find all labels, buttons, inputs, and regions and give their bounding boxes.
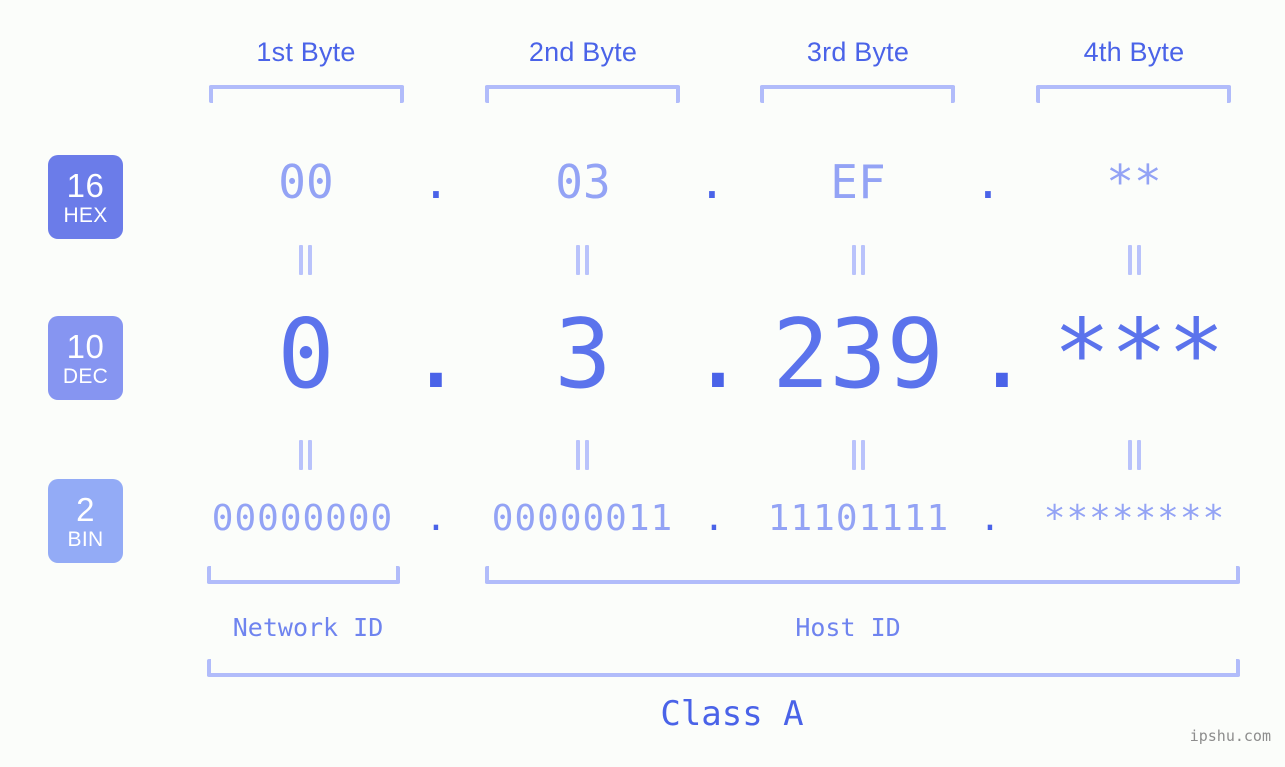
hex-separator-1: .	[422, 155, 450, 209]
dec-separator-1: .	[407, 300, 465, 410]
radix-badge-bin: 2 BIN	[48, 479, 123, 563]
hex-byte-value-3: EF	[830, 155, 886, 209]
host-id-label: Host ID	[795, 613, 901, 642]
equals-connector-dec-bin-4	[1124, 440, 1144, 470]
dec-byte-value-4: ***	[1053, 300, 1225, 410]
byte-header-label-2: 2nd Byte	[528, 37, 638, 67]
equals-connector-dec-bin-1	[295, 440, 315, 470]
watermark: ipshu.com	[1189, 727, 1271, 745]
hex-separator-3: .	[974, 155, 1002, 209]
equals-connector-hex-dec-4	[1124, 245, 1144, 275]
radix-badge-dec: 10 DEC	[48, 316, 123, 400]
host-id-bracket	[485, 566, 1240, 584]
hex-byte-value-1: 00	[278, 155, 334, 209]
bin-separator-1: .	[425, 498, 447, 539]
class-bracket	[207, 659, 1240, 677]
byte-bracket-3	[760, 85, 955, 103]
bin-byte-value-4: ********	[1043, 498, 1226, 539]
bin-byte-value-1: 00000000	[211, 498, 394, 539]
dec-byte-value-1: 0	[277, 300, 335, 410]
bin-separator-3: .	[979, 498, 1001, 539]
byte-bracket-1	[209, 85, 404, 103]
bin-separator-2: .	[703, 498, 725, 539]
equals-connector-hex-dec-3	[848, 245, 868, 275]
byte-header-label-1: 1st Byte	[256, 37, 356, 67]
bin-byte-value-3: 11101111	[767, 498, 950, 539]
radix-badge-hex: 16 HEX	[48, 155, 123, 239]
byte-header-label-3: 3rd Byte	[806, 37, 910, 67]
ip-breakdown-diagram: 1st Byte 2nd Byte 3rd Byte 4th Byte 16 H…	[0, 0, 1285, 767]
class-label: Class A	[660, 694, 804, 734]
dec-byte-value-3: 239	[772, 300, 944, 410]
byte-bracket-2	[485, 85, 680, 103]
hex-byte-value-2: 03	[555, 155, 611, 209]
hex-byte-value-4: **	[1106, 155, 1162, 209]
radix-badge-hex-number: 16	[66, 166, 105, 204]
equals-connector-dec-bin-2	[572, 440, 592, 470]
radix-badge-dec-number: 10	[66, 327, 105, 365]
equals-connector-hex-dec-1	[295, 245, 315, 275]
radix-badge-dec-name: DEC	[62, 364, 109, 388]
radix-badge-bin-name: BIN	[67, 527, 104, 551]
radix-badge-hex-name: HEX	[63, 203, 108, 227]
radix-badge-bin-number: 2	[76, 490, 95, 528]
byte-header-label-4: 4th Byte	[1083, 37, 1185, 67]
byte-bracket-4	[1036, 85, 1231, 103]
dec-separator-2: .	[689, 300, 747, 410]
network-id-label: Network ID	[232, 613, 384, 642]
hex-separator-2: .	[698, 155, 726, 209]
bin-byte-value-2: 00000011	[491, 498, 674, 539]
equals-connector-hex-dec-2	[572, 245, 592, 275]
dec-byte-value-2: 3	[554, 300, 612, 410]
equals-connector-dec-bin-3	[848, 440, 868, 470]
network-id-bracket	[207, 566, 400, 584]
